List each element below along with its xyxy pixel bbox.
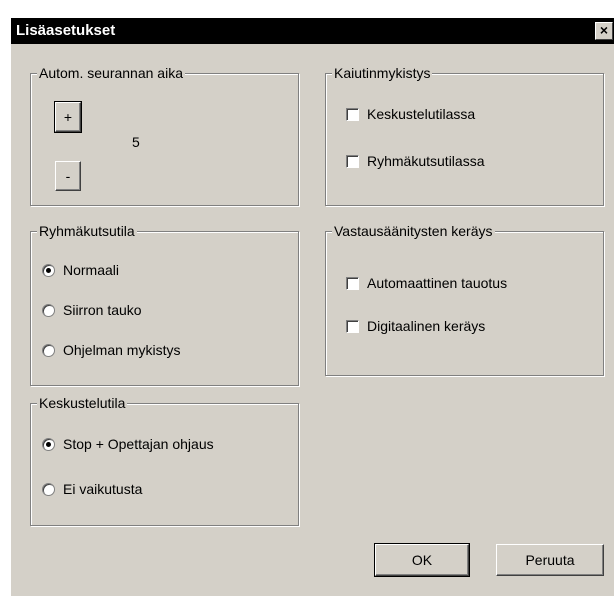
radio-label: Normaali [63, 262, 120, 278]
checkbox-box[interactable] [346, 154, 359, 168]
decrease-button[interactable]: - [55, 161, 81, 191]
checkbox-box[interactable] [346, 107, 359, 121]
auto-follow-legend: Autom. seurannan aika [37, 64, 185, 82]
conversation-legend: Keskustelutila [37, 394, 128, 412]
checkbox-label: Digitaalinen keräys [367, 318, 486, 334]
digital-collection-checkbox[interactable]: Digitaalinen keräys [346, 318, 485, 334]
radio-dot[interactable] [42, 343, 55, 357]
conversation-group: Keskustelutila Stop + Opettajan ohjaus E… [30, 394, 299, 526]
radio-dot[interactable] [42, 482, 55, 496]
cancel-button[interactable]: Peruuta [496, 544, 604, 576]
title-bar: Lisäasetukset × [11, 18, 614, 44]
mute-in-conversation-checkbox[interactable]: Keskustelutilassa [346, 106, 475, 122]
group-call-group: Ryhmäkutsutila Normaali Siirron tauko Oh… [30, 222, 299, 386]
no-effect-radio[interactable]: Ei vaikutusta [42, 481, 142, 497]
response-collection-group: Vastausäänitysten keräys Automaattinen t… [325, 222, 604, 376]
radio-dot[interactable] [42, 263, 55, 277]
stop-teacher-control-radio[interactable]: Stop + Opettajan ohjaus [42, 436, 214, 452]
close-icon: × [599, 22, 609, 38]
checkbox-label: Ryhmäkutsutilassa [367, 153, 485, 169]
normal-radio[interactable]: Normaali [42, 262, 119, 278]
speaker-mute-group: Kaiutinmykistys Keskustelutilassa Ryhmäk… [325, 64, 604, 206]
radio-label: Ei vaikutusta [63, 481, 143, 497]
checkbox-label: Keskustelutilassa [367, 106, 476, 122]
cancel-button-label: Peruuta [525, 552, 575, 568]
increase-button[interactable]: + [54, 101, 82, 133]
minus-icon: - [65, 168, 71, 184]
mute-in-group-call-checkbox[interactable]: Ryhmäkutsutilassa [346, 153, 485, 169]
radio-dot[interactable] [42, 437, 55, 451]
automatic-pause-checkbox[interactable]: Automaattinen tauotus [346, 275, 507, 291]
speaker-mute-legend: Kaiutinmykistys [332, 64, 433, 82]
ok-button[interactable]: OK [374, 543, 470, 577]
follow-time-value: 5 [132, 134, 140, 150]
checkbox-box[interactable] [346, 276, 359, 290]
program-mute-radio[interactable]: Ohjelman mykistys [42, 342, 180, 358]
radio-label: Ohjelman mykistys [63, 342, 181, 358]
plus-icon: + [63, 109, 73, 125]
checkbox-box[interactable] [346, 319, 359, 333]
checkbox-label: Automaattinen tauotus [367, 275, 508, 291]
radio-dot[interactable] [42, 303, 55, 317]
group-call-legend: Ryhmäkutsutila [37, 222, 137, 240]
window-title: Lisäasetukset [16, 22, 116, 39]
auto-follow-group: Autom. seurannan aika + 5 - [30, 64, 299, 206]
close-button[interactable]: × [595, 22, 613, 40]
ok-button-label: OK [411, 552, 433, 568]
radio-label: Siirron tauko [63, 302, 142, 318]
radio-label: Stop + Opettajan ohjaus [63, 436, 214, 452]
transfer-pause-radio[interactable]: Siirron tauko [42, 302, 142, 318]
settings-dialog: Lisäasetukset × Autom. seurannan aika + … [10, 17, 614, 596]
response-collection-legend: Vastausäänitysten keräys [332, 222, 495, 240]
